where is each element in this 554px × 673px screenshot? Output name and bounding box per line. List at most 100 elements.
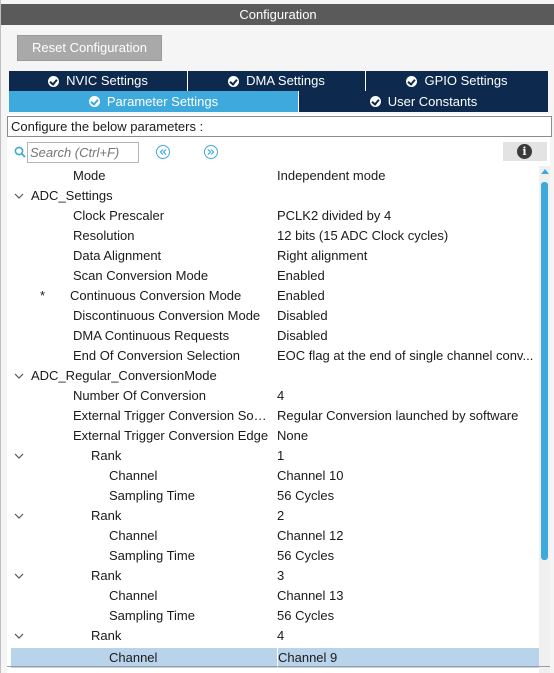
group-name: ADC_Regular_ConversionMode: [31, 368, 217, 383]
chevron-down-icon[interactable]: [14, 571, 24, 581]
tree-row[interactable]: Number Of Conversion 4: [7, 386, 539, 406]
double-chevron-right-icon: [207, 149, 215, 155]
param-value: 56 Cycles: [277, 548, 335, 563]
info-button[interactable]: i: [503, 142, 547, 161]
param-name: Sampling Time: [109, 548, 195, 563]
vertical-scrollbar[interactable]: [539, 166, 550, 673]
param-name: DMA Continuous Requests: [73, 328, 230, 343]
tree-row[interactable]: Sampling Time 56 Cycles: [7, 546, 539, 566]
chevron-down-icon[interactable]: [14, 451, 24, 461]
tree-row[interactable]: Sampling Time 56 Cycles: [7, 606, 539, 626]
param-name: Mode: [73, 168, 106, 183]
tree-group-row[interactable]: ADC_Regular_ConversionMode: [7, 366, 539, 386]
tree-row[interactable]: Data Alignment Right alignment: [7, 246, 539, 266]
param-value: Disabled: [277, 328, 328, 343]
tree-row[interactable]: External Trigger Conversion Edge None: [7, 426, 539, 446]
tree-row[interactable]: Sampling Time 56 Cycles: [7, 486, 539, 506]
tree-row[interactable]: Resolution 12 bits (15 ADC Clock cycles): [7, 226, 539, 246]
rank-name: Rank: [91, 448, 122, 463]
scroll-up-arrow-icon[interactable]: [541, 169, 549, 174]
param-name: External Trigger Conversion Sour...: [73, 408, 273, 423]
tree-group-row[interactable]: ADC_Settings: [7, 186, 539, 206]
tab-parameter-settings[interactable]: Parameter Settings: [9, 91, 299, 112]
panel-title: Configuration: [1, 4, 554, 25]
parameter-settings-content: Configure the below parameters : Search …: [7, 114, 552, 673]
tab-user-constants[interactable]: User Constants: [299, 91, 548, 112]
bottom-divider: [7, 666, 550, 667]
param-value: None: [277, 428, 309, 443]
tree-row[interactable]: DMA Continuous Requests Disabled: [7, 326, 539, 346]
chevron-down-icon[interactable]: [14, 191, 24, 201]
search-icon: [14, 146, 26, 158]
tree-row-selected[interactable]: Channel Channel 9: [11, 648, 539, 668]
search-next-button[interactable]: [204, 145, 218, 159]
param-value: PCLK2 divided by 4: [277, 208, 392, 223]
param-value: Enabled: [277, 268, 325, 283]
search-previous-button[interactable]: [156, 145, 170, 159]
param-value: Enabled: [277, 288, 325, 303]
rank-name: Rank: [91, 508, 122, 523]
tree-row[interactable]: External Trigger Conversion Sour... Regu…: [7, 406, 539, 426]
reset-configuration-button[interactable]: Reset Configuration: [17, 35, 162, 61]
param-name: Scan Conversion Mode: [73, 268, 209, 283]
param-value: Disabled: [277, 308, 328, 323]
tree-row[interactable]: Mode Independent mode: [7, 166, 539, 186]
double-chevron-left-icon: [159, 149, 167, 155]
param-name: Sampling Time: [109, 608, 195, 623]
tab-dma-settings[interactable]: DMA Settings: [188, 71, 366, 91]
tree-row[interactable]: Discontinuous Conversion Mode Disabled: [7, 306, 539, 326]
tab-row-2: Parameter Settings User Constants: [9, 91, 548, 112]
param-name: Clock Prescaler: [73, 208, 165, 223]
tree-rank-row[interactable]: Rank 3: [7, 566, 539, 586]
chevron-down-icon[interactable]: [14, 511, 24, 521]
param-value: Channel 12: [277, 528, 344, 543]
tree-row[interactable]: Channel Channel 13: [7, 586, 539, 606]
param-value: Channel 13: [277, 588, 344, 603]
param-name: External Trigger Conversion Edge: [73, 428, 269, 443]
rank-value: 2: [277, 508, 285, 523]
param-name: End Of Conversion Selection: [73, 348, 240, 363]
tree-rank-row[interactable]: Rank 4: [7, 626, 539, 646]
tab-label: User Constants: [387, 93, 478, 109]
tree-row[interactable]: Channel Channel 12: [7, 526, 539, 546]
group-name: ADC_Settings: [31, 188, 113, 203]
rank-value: 3: [277, 568, 285, 583]
scrollbar-thumb[interactable]: [541, 182, 548, 560]
chevron-down-icon[interactable]: [14, 371, 24, 381]
configuration-panel: Configuration Reset Configuration NVIC S…: [0, 0, 554, 673]
tree-rank-row[interactable]: Rank 2: [7, 506, 539, 526]
check-circle-icon: [48, 75, 60, 87]
parameter-tree: Mode Independent mode ADC_Settings Clock…: [7, 166, 539, 673]
tab-gpio-settings[interactable]: GPIO Settings: [366, 71, 548, 91]
tab-label: DMA Settings: [246, 73, 325, 88]
param-name: Sampling Time: [109, 488, 195, 503]
tree-row[interactable]: Scan Conversion Mode Enabled: [7, 266, 539, 286]
rank-value: 4: [277, 628, 285, 643]
param-value: Channel 9: [277, 648, 539, 668]
param-name: Channel: [109, 468, 158, 483]
param-name: Continuous Conversion Mode: [70, 288, 242, 303]
rank-name: Rank: [91, 568, 122, 583]
tree-row[interactable]: End Of Conversion Selection EOC flag at …: [7, 346, 539, 366]
param-value: 4: [277, 388, 285, 403]
tab-label: GPIO Settings: [424, 73, 508, 88]
check-circle-icon: [369, 96, 381, 107]
tree-row[interactable]: * Continuous Conversion Mode Enabled: [7, 286, 539, 306]
param-value: Right alignment: [277, 248, 368, 263]
tab-nvic-settings[interactable]: NVIC Settings: [9, 71, 188, 91]
param-name: Discontinuous Conversion Mode: [73, 308, 261, 323]
search-toolbar: i: [7, 142, 552, 164]
chevron-down-icon[interactable]: [14, 631, 24, 641]
tab-label: Parameter Settings: [106, 93, 219, 109]
check-circle-icon: [406, 75, 418, 87]
modified-marker: *: [40, 288, 46, 303]
tree-rank-row[interactable]: Rank 1: [7, 446, 539, 466]
search-input[interactable]: [27, 142, 139, 163]
rank-value: 1: [277, 448, 285, 463]
param-name: Number Of Conversion: [73, 388, 206, 403]
param-value: 56 Cycles: [277, 608, 335, 623]
param-value: Independent mode: [277, 168, 386, 183]
tree-row[interactable]: Channel Channel 10: [7, 466, 539, 486]
check-circle-icon: [228, 75, 240, 87]
tree-row[interactable]: Clock Prescaler PCLK2 divided by 4: [7, 206, 539, 226]
